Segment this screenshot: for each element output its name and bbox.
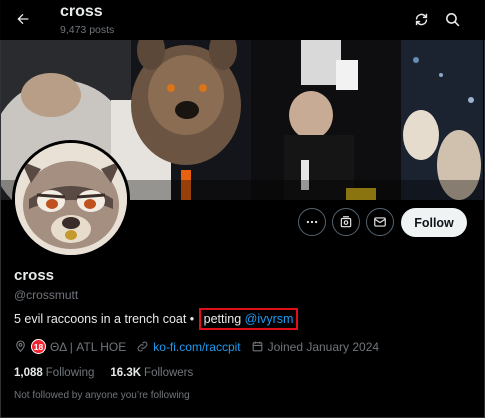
refresh-icon (415, 13, 427, 25)
calendar-icon (252, 341, 262, 352)
back-button[interactable] (8, 4, 38, 34)
location-icon (16, 340, 25, 353)
more-icon (306, 220, 318, 224)
top-bar: cross 9,473 posts (0, 0, 485, 40)
subscribe-button[interactable] (332, 208, 360, 236)
message-icon (374, 217, 386, 227)
link-icon (137, 341, 148, 352)
profile-avatar[interactable] (12, 140, 130, 258)
location-item: 18 ΘΔ | ATL HOE (14, 339, 126, 354)
profile-meta: 18 ΘΔ | ATL HOE ko-fi.com/raccpit Joined… (14, 339, 389, 354)
joined-text: Joined January 2024 (267, 339, 380, 354)
search-icon (445, 12, 459, 26)
profile-stats: 1,088 Following 16.3K Followers (14, 367, 209, 379)
refresh-button[interactable] (407, 5, 435, 33)
followers-label: Followers (144, 367, 194, 379)
more-button[interactable] (298, 208, 326, 236)
bio-highlight-box: petting @ivyrsm (198, 308, 299, 330)
search-button[interactable] (438, 5, 466, 33)
location-text: ΘΔ | ATL HOE (50, 339, 127, 354)
bio-text: 5 evil raccoons in a trench coat • (14, 312, 198, 326)
subscribe-icon (340, 216, 352, 228)
age-18-badge: 18 (31, 339, 46, 354)
header-posts-count: 9,473 posts (60, 24, 115, 36)
profile-handle: @crossmutt (14, 288, 79, 302)
bio-mention-link[interactable]: @ivyrsm (245, 312, 294, 326)
followers-count: 16.3K (110, 367, 142, 379)
follow-button[interactable]: Follow (401, 208, 467, 237)
following-count: 1,088 (14, 367, 43, 379)
followed-by-text: Not followed by anyone you’re following (14, 390, 190, 401)
following-label: Following (45, 367, 95, 379)
following-stat[interactable]: 1,088 Following (14, 367, 94, 379)
website-link[interactable]: ko-fi.com/raccpit (153, 340, 240, 354)
profile-bio: 5 evil raccoons in a trench coat • petti… (14, 308, 299, 330)
header-title: cross (60, 3, 103, 20)
message-button[interactable] (366, 208, 394, 236)
followers-stat[interactable]: 16.3K Followers (110, 367, 193, 379)
joined-item: Joined January 2024 (251, 340, 379, 354)
raccoon-avatar-art (15, 143, 127, 255)
back-arrow-icon (17, 13, 29, 25)
website-item[interactable]: ko-fi.com/raccpit (136, 340, 241, 354)
profile-display-name: cross (14, 267, 55, 284)
bio-highlight-text: petting (203, 312, 245, 326)
